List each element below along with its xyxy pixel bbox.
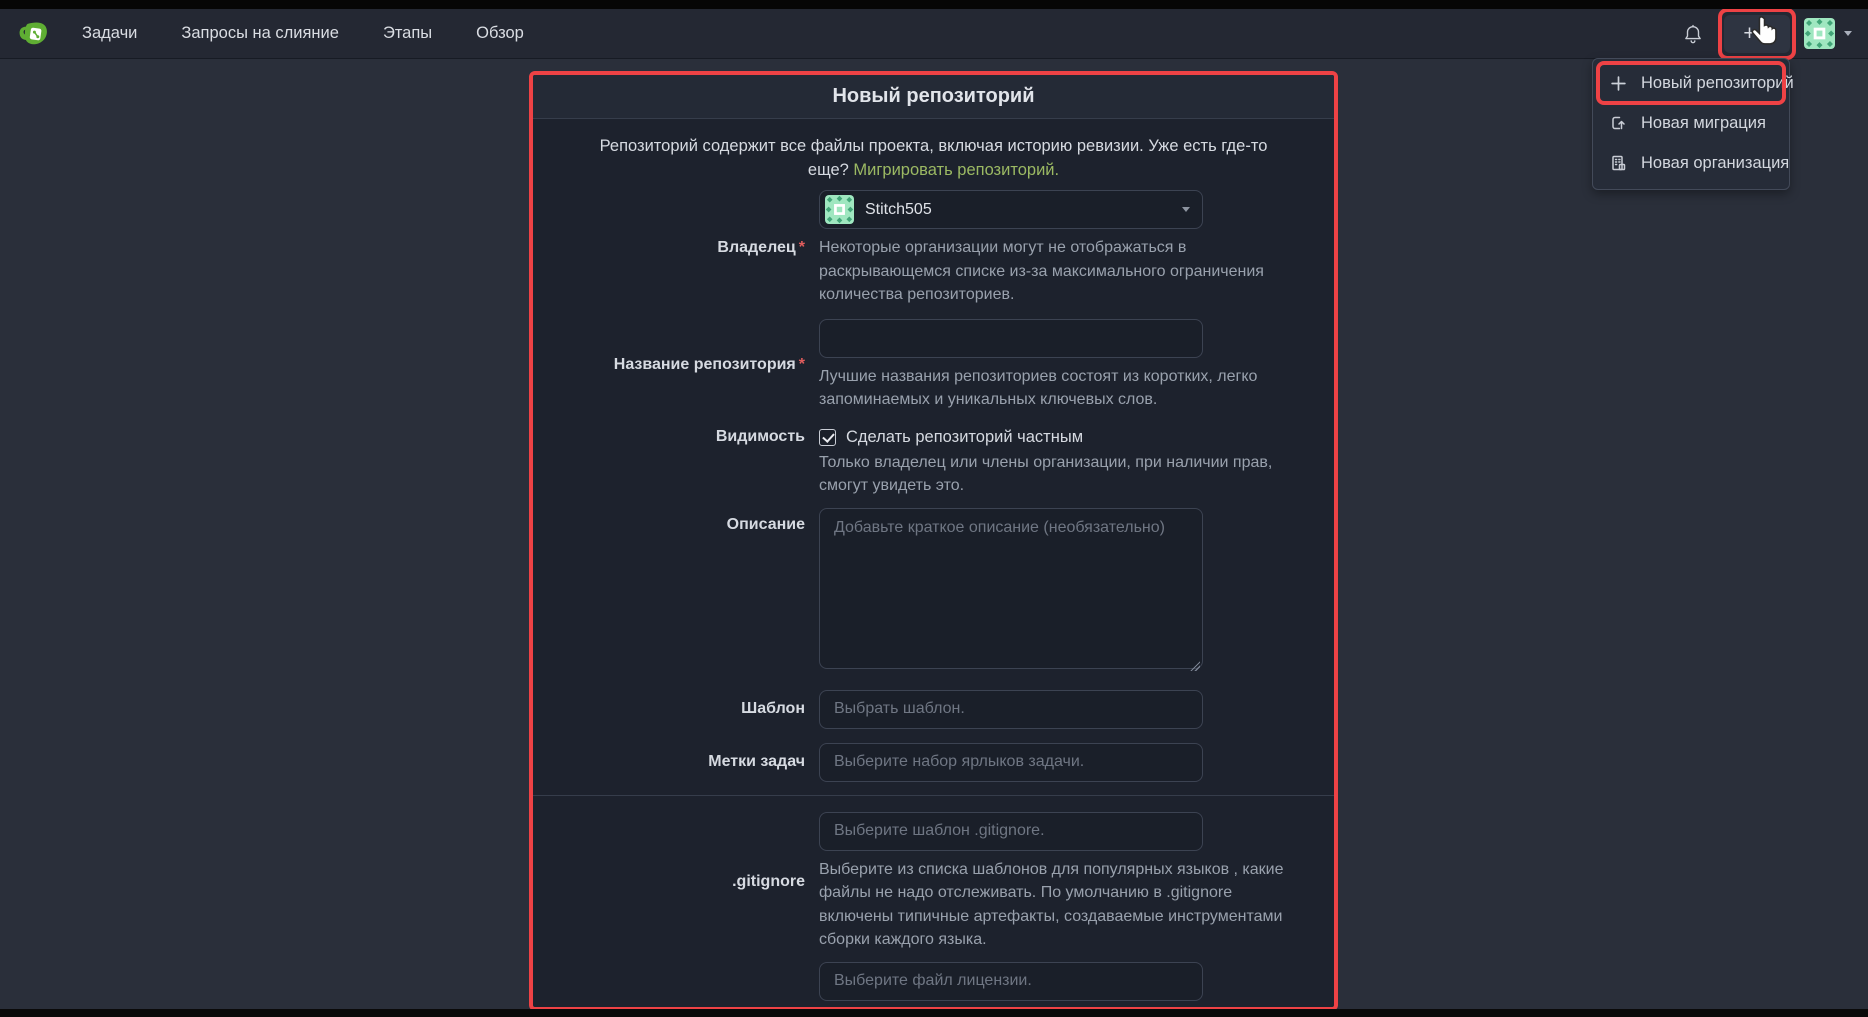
gitignore-row: .gitignore Выберите из списка шаблонов д… [533,812,1334,952]
nav-link-milestones[interactable]: Этапы [383,24,432,43]
template-label: Шаблон [533,700,805,718]
menu-item-label: Новая миграция [1641,114,1766,133]
menu-item-new-repository[interactable]: Новый репозиторий [1593,63,1789,103]
chevron-down-icon [1182,207,1190,212]
section-divider [533,795,1334,796]
plus-icon: + [1743,23,1755,44]
owner-avatar [825,195,854,224]
menu-item-new-migration[interactable]: Новая миграция [1593,103,1789,143]
create-button-wrap: + [1724,15,1790,53]
template-input[interactable] [819,690,1203,729]
form-body: Репозиторий содержит все файлы проекта, … [533,119,1334,1011]
private-checkbox[interactable] [819,429,836,446]
license-row: Лицензия Лицензия определяет, что другие… [533,962,1334,1012]
issue-labels-row: Метки задач [533,743,1334,782]
form-header: Новый репозиторий [533,75,1334,119]
notifications-bell-icon[interactable] [1682,22,1704,46]
gitea-logo-icon[interactable] [16,16,52,52]
new-repository-form: Новый репозиторий Репозиторий содержит в… [529,71,1338,1011]
repo-name-input[interactable] [819,319,1203,358]
user-avatar[interactable] [1804,18,1835,49]
gitignore-input[interactable] [819,812,1203,851]
resize-grip-icon[interactable] [1189,660,1200,671]
page-title: Новый репозиторий [832,85,1034,108]
owner-selected-value: Stitch505 [865,201,1171,219]
menu-item-label: Новая организация [1641,154,1789,173]
owner-help-text: Некоторые организации могут не отображат… [819,236,1308,307]
description-textarea[interactable] [819,508,1203,669]
owner-select[interactable]: Stitch505 [819,190,1203,229]
repo-name-row: Название репозитория* Лучшие названия ре… [533,319,1334,412]
nav-link-issues[interactable]: Задачи [82,24,137,43]
private-checkbox-label[interactable]: Сделать репозиторий частным [846,428,1083,447]
nav-links: Задачи Запросы на слияние Этапы Обзор [82,24,524,43]
gitignore-label: .gitignore [533,873,805,891]
form-intro: Репозиторий содержит все файлы проекта, … [584,134,1284,182]
create-new-button[interactable]: + [1724,15,1790,53]
visibility-help-text: Только владелец или члены организации, п… [819,451,1308,498]
migrate-repository-link[interactable]: Мигрировать репозиторий. [853,161,1059,179]
menu-item-label: Новый репозиторий [1641,74,1794,93]
owner-label: Владелец* [533,239,805,257]
license-input[interactable] [819,962,1203,1001]
repo-name-label: Название репозитория* [533,356,805,374]
user-menu-chevron-down-icon[interactable] [1844,31,1852,36]
create-dropdown-menu: Новый репозиторий Новая миграция Новая о… [1592,58,1790,190]
screen-top-strip [0,0,1868,9]
navbar: Задачи Запросы на слияние Этапы Обзор + [0,9,1868,59]
required-mark: * [799,356,805,373]
menu-item-new-organization[interactable]: Новая организация [1593,143,1789,183]
description-row: Описание [533,508,1334,674]
chevron-down-icon [1763,31,1771,36]
migrate-icon [1609,114,1627,132]
nav-link-pull-requests[interactable]: Запросы на слияние [181,24,339,43]
navbar-right: + [1682,15,1852,53]
required-mark: * [799,239,805,256]
visibility-label: Видимость [533,426,805,446]
issue-labels-label: Метки задач [533,753,805,771]
repo-name-help-text: Лучшие названия репозиториев состоят из … [819,365,1308,412]
nav-link-explore[interactable]: Обзор [476,24,524,43]
gitignore-help-text: Выберите из списка шаблонов для популярн… [819,858,1308,952]
plus-icon [1609,74,1627,92]
organization-icon [1609,154,1627,172]
description-label: Описание [533,508,805,534]
template-row: Шаблон [533,690,1334,729]
visibility-row: Видимость Сделать репозиторий частным То… [533,426,1334,498]
screen-bottom-strip [0,1009,1868,1017]
owner-row: Владелец* [533,190,1334,307]
issue-labels-input[interactable] [819,743,1203,782]
